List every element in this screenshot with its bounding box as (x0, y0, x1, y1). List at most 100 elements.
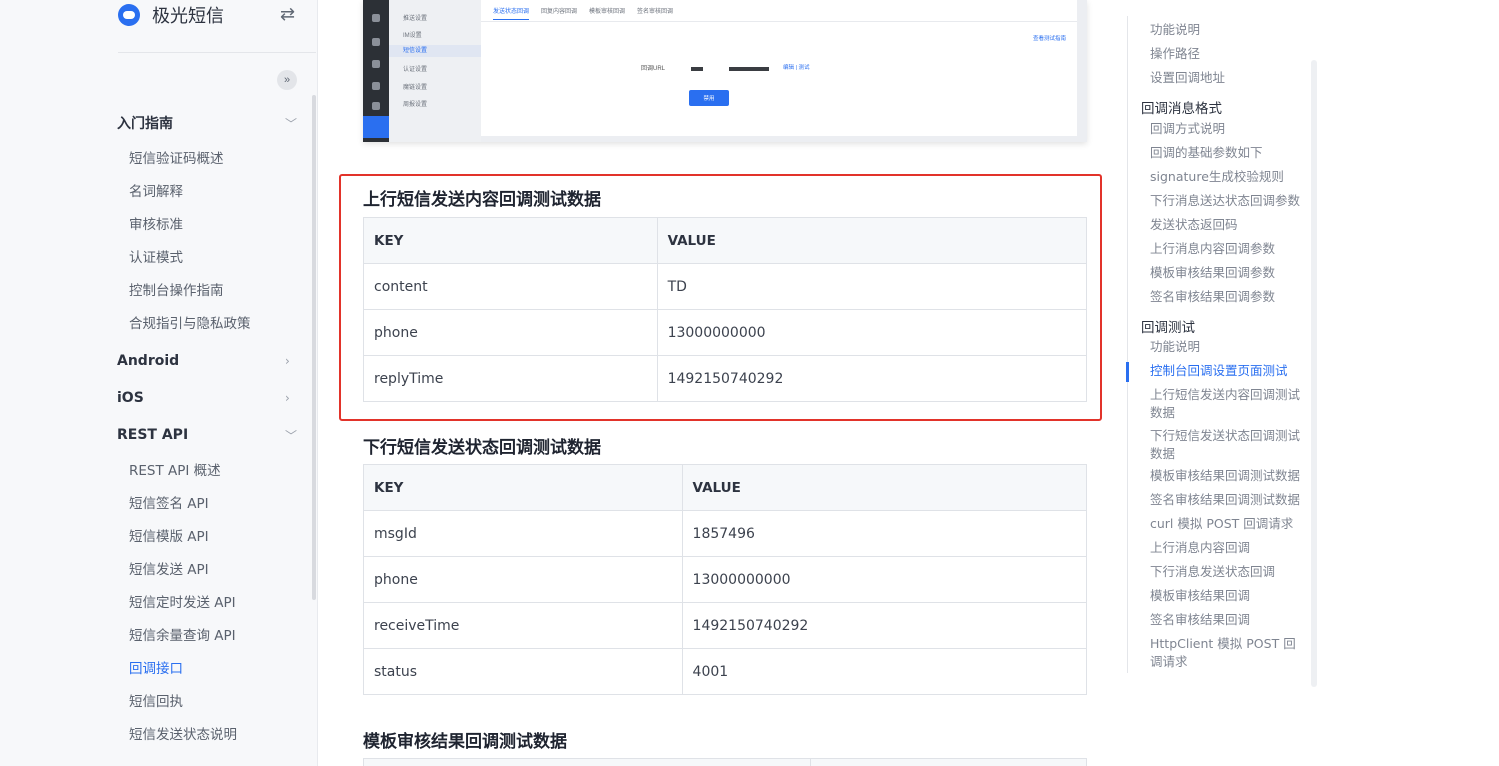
section-title-downlink-test-data: 下行短信发送状态回调测试数据 (363, 438, 601, 458)
sidebar-divider (118, 52, 316, 53)
toc-item[interactable]: 发送状态返回码 (1150, 216, 1300, 234)
nav-item[interactable]: 名词解释 (0, 173, 312, 206)
toc-item[interactable]: 下行消息发送状态回调 (1150, 563, 1300, 581)
cell-value: 4001 (681, 648, 1088, 695)
collapse-all-button[interactable]: » (277, 70, 297, 90)
template-review-table-top (363, 758, 1087, 766)
screenshot-menu-item: 魔链设置 (403, 85, 428, 91)
screenshot-tab: 回复内容回调 (541, 9, 578, 15)
menu-icon (372, 38, 380, 46)
cell-value: 13000000000 (656, 309, 1088, 356)
nav-group-rest-api[interactable]: REST API ﹀ (0, 418, 312, 452)
table-of-contents: 功能说明 操作路径 设置回调地址 回调消息格式 回调方式说明 回调的基础参数如下… (1126, 16, 1327, 687)
cell-value: 13000000000 (681, 556, 1088, 603)
nav-item[interactable]: 控制台操作指南 (0, 272, 312, 305)
brand[interactable]: 极光短信 (118, 0, 224, 30)
nav-item[interactable]: 短信发送状态说明 (0, 716, 312, 749)
nav-item-active[interactable]: 回调接口 (0, 650, 312, 683)
toc-item[interactable]: 下行短信发送状态回调测试数据 (1150, 427, 1300, 463)
toc-item[interactable]: 模板审核结果回调参数 (1150, 264, 1300, 282)
toc-item[interactable]: 功能说明 (1150, 338, 1300, 356)
cell-key: replyTime (363, 355, 658, 402)
cell-key: phone (363, 309, 658, 356)
toc-scrollbar[interactable] (1311, 60, 1317, 687)
chevron-down-icon: ﹀ (285, 116, 298, 131)
table-row: phone 13000000000 (363, 556, 1088, 603)
table-header-row: KEY VALUE (363, 464, 1088, 511)
nav-group-label: iOS (117, 390, 144, 406)
nav-item[interactable]: 合规指引与隐私政策 (0, 305, 312, 338)
cell-value: 1492150740292 (681, 602, 1088, 649)
nav-item[interactable]: REST API 概述 (0, 452, 312, 485)
toc-item[interactable]: 功能说明 (1150, 21, 1300, 39)
nav-item[interactable]: 短信模版 API (0, 518, 312, 551)
screenshot-help-link: 查看测试指南 (1033, 36, 1067, 42)
nav-group-label: 入门指南 (117, 116, 173, 132)
toc-active-marker (1126, 362, 1129, 382)
screenshot-menu-item: 推送设置 (403, 16, 428, 22)
redacted-block (691, 67, 703, 71)
toc-section[interactable]: 回调消息格式 (1141, 97, 1222, 117)
screenshot-tabs: 发送状态回调 回复内容回调 模板审核回调 签名审核回调 (493, 6, 673, 20)
screenshot-menu-item: IM设置 (403, 33, 422, 39)
toc-item[interactable]: HttpClient 模拟 POST 回调请求 (1150, 635, 1300, 671)
cell-key: phone (363, 556, 683, 603)
nav-group-android[interactable]: Android › (0, 344, 312, 378)
chevron-down-icon: ﹀ (285, 428, 298, 443)
toc-item[interactable]: 上行消息内容回调参数 (1150, 240, 1300, 258)
menu-icon (372, 60, 380, 68)
toc-item[interactable]: 签名审核结果回调参数 (1150, 288, 1300, 306)
toc-item[interactable]: 上行短信发送内容回调测试数据 (1150, 386, 1300, 422)
nav-item[interactable]: 短信回执 (0, 683, 312, 716)
table-header-row: KEY VALUE (363, 217, 1088, 264)
cell-value: TD (656, 263, 1088, 310)
screenshot-url-label: 回调URL (641, 66, 666, 72)
cell-key: receiveTime (363, 602, 683, 649)
screenshot-tab: 签名审核回调 (637, 9, 674, 15)
nav-item[interactable]: 审核标准 (0, 206, 312, 239)
nav-item[interactable]: 短信签名 API (0, 485, 312, 518)
switch-product-icon[interactable]: ⇄ (280, 4, 295, 25)
column-header-key: KEY (363, 464, 683, 511)
toc-item[interactable]: 签名审核结果回调 (1150, 611, 1300, 629)
toc-item[interactable]: 模板审核结果回调 (1150, 587, 1300, 605)
nav-item[interactable]: 认证模式 (0, 239, 312, 272)
toc-item[interactable]: curl 模拟 POST 回调请求 (1150, 515, 1300, 533)
toc-item[interactable]: signature生成校验规则 (1150, 168, 1300, 186)
toc-item[interactable]: 设置回调地址 (1150, 69, 1300, 87)
screenshot-menu-item-active: 短信设置 (389, 45, 481, 57)
nav-group-getting-started[interactable]: 入门指南 ﹀ (0, 106, 312, 140)
main-content: 推送设置 IM设置 短信设置 认证设置 魔链设置 周报设置 发送状态回调 回复内… (318, 0, 1110, 766)
screenshot-edit-link: 编辑 | 测试 (783, 65, 810, 71)
screenshot-icon-bar (363, 0, 389, 142)
nav-item[interactable]: 短信发送 API (0, 551, 312, 584)
nav-group-label: Android (117, 353, 180, 369)
cell-key: status (363, 648, 683, 695)
toc-item[interactable]: 签名审核结果回调测试数据 (1150, 491, 1300, 509)
left-sidebar: 极光短信 ⇄ » 入门指南 ﹀ 短信验证码概述 名词解释 审核标准 认证模式 控… (0, 0, 318, 766)
nav-item[interactable]: 短信余量查询 API (0, 617, 312, 650)
toc-item[interactable]: 操作路径 (1150, 45, 1300, 63)
toc-item[interactable]: 上行消息内容回调 (1150, 539, 1300, 557)
console-screenshot-image: 推送设置 IM设置 短信设置 认证设置 魔链设置 周报设置 发送状态回调 回复内… (363, 0, 1087, 142)
nav-item[interactable]: 短信验证码概述 (0, 140, 312, 173)
toc-item[interactable]: 下行消息送达状态回调参数 (1150, 192, 1300, 210)
toc-item-active[interactable]: 控制台回调设置页面测试 (1150, 362, 1300, 380)
uplink-test-data-table: KEY VALUE content TD phone 13000000000 r… (363, 217, 1088, 402)
sidebar-scrollbar[interactable] (312, 95, 316, 600)
toc-section[interactable]: 回调测试 (1141, 316, 1195, 336)
menu-icon (372, 102, 380, 110)
cell-value: 1857496 (681, 510, 1088, 557)
table-row: content TD (363, 263, 1088, 310)
toc-item[interactable]: 模板审核结果回调测试数据 (1150, 467, 1300, 485)
section-title-template-review-test-data: 模板审核结果回调测试数据 (363, 732, 567, 752)
toc-item[interactable]: 回调的基础参数如下 (1150, 144, 1300, 162)
toc-item[interactable]: 回调方式说明 (1150, 120, 1300, 138)
column-header-key: KEY (363, 217, 658, 264)
screenshot-menu-item: 周报设置 (403, 102, 428, 108)
toc-rail (1127, 16, 1128, 673)
cell-value: 1492150740292 (656, 355, 1088, 402)
table-row: replyTime 1492150740292 (363, 355, 1088, 402)
nav-item[interactable]: 短信定时发送 API (0, 584, 312, 617)
nav-group-ios[interactable]: iOS › (0, 381, 312, 415)
